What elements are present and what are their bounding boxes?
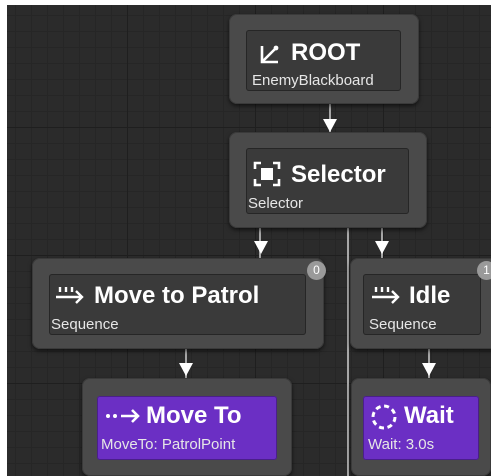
move-to-icon bbox=[106, 409, 140, 423]
connector-arrow bbox=[179, 363, 193, 376]
node-title: Selector bbox=[291, 161, 386, 188]
connector-arrow bbox=[375, 241, 389, 254]
right-frame bbox=[491, 0, 498, 476]
root-node[interactable]: ROOT EnemyBlackboard bbox=[229, 14, 419, 104]
node-subtitle: EnemyBlackboard bbox=[252, 72, 374, 89]
node-subtitle: MoveTo: PatrolPoint bbox=[101, 436, 236, 453]
node-subtitle: Selector bbox=[248, 195, 304, 212]
node-subtitle: Wait: 3.0s bbox=[368, 436, 435, 453]
node-title: Wait bbox=[404, 402, 454, 429]
connector-arrow bbox=[323, 119, 337, 132]
execution-order-badge: 1 bbox=[477, 261, 491, 280]
idle-node[interactable]: Idle Sequence bbox=[350, 258, 491, 349]
selector-icon bbox=[253, 161, 281, 187]
connector-arrow bbox=[254, 241, 268, 254]
left-frame bbox=[0, 0, 7, 476]
execution-order-badge: 0 bbox=[307, 261, 326, 280]
connector-arrow bbox=[422, 363, 436, 376]
node-title: Move to Patrol bbox=[94, 282, 260, 309]
wait-task-node[interactable]: Wait Wait: 3.0s bbox=[351, 378, 491, 476]
node-title: Move To bbox=[146, 402, 242, 429]
wait-icon bbox=[371, 404, 397, 430]
sequence-icon bbox=[56, 287, 84, 304]
root-branch-icon bbox=[260, 45, 279, 64]
sequence-icon bbox=[372, 287, 400, 304]
selector-node[interactable]: Selector Selector bbox=[229, 132, 427, 228]
move-to-task-node[interactable]: Move To MoveTo: PatrolPoint bbox=[82, 378, 292, 476]
node-subtitle: Sequence bbox=[51, 316, 119, 333]
node-title: ROOT bbox=[291, 39, 361, 66]
wire bbox=[347, 225, 349, 476]
node-title: Idle bbox=[409, 282, 451, 309]
node-subtitle: Sequence bbox=[369, 316, 437, 333]
behavior-tree-graph[interactable]: ROOT EnemyBlackboard Selector Selector M… bbox=[7, 5, 491, 476]
move-to-patrol-node[interactable]: Move to Patrol Sequence bbox=[32, 258, 324, 349]
